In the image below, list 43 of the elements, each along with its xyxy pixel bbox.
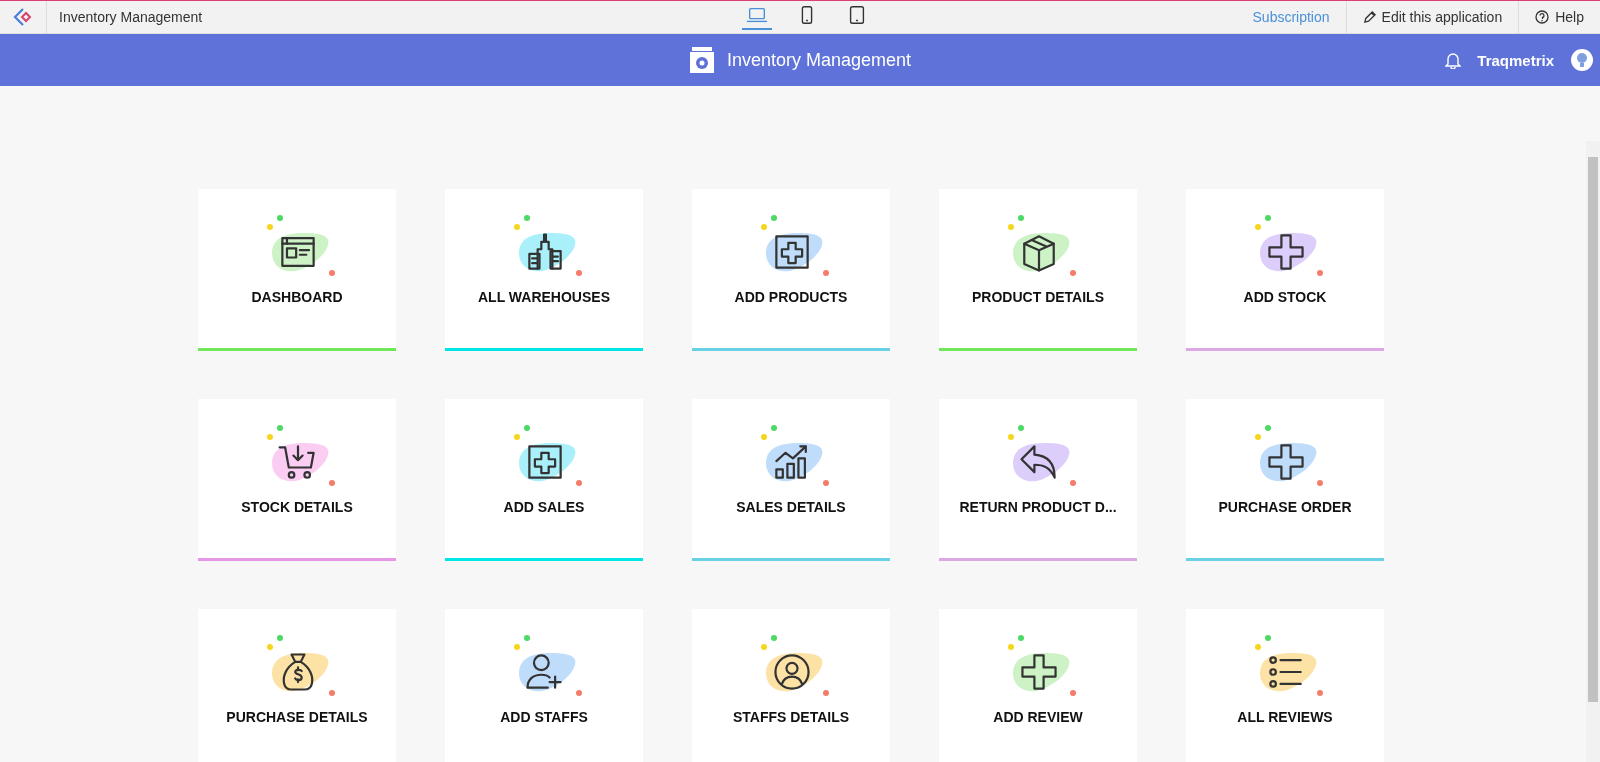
card-label: ADD STOCK: [1243, 289, 1327, 305]
menu-card[interactable]: ADD PRODUCTS: [692, 189, 890, 351]
menu-card[interactable]: PURCHASE DETAILS: [198, 609, 396, 762]
menu-card[interactable]: PRODUCT DETAILS: [939, 189, 1137, 351]
menu-card[interactable]: STAFFS DETAILS: [692, 609, 890, 762]
menu-card[interactable]: PURCHASE ORDER: [1186, 399, 1384, 561]
menu-card[interactable]: STOCK DETAILS: [198, 399, 396, 561]
card-label: ADD REVIEW: [993, 709, 1083, 725]
help-link[interactable]: Help: [1518, 1, 1600, 33]
menu-card[interactable]: ADD SALES: [445, 399, 643, 561]
menu-card[interactable]: SALES DETAILS: [692, 399, 890, 561]
menu-card[interactable]: ADD STAFFS: [445, 609, 643, 762]
pencil-icon: [1362, 10, 1376, 24]
scrollbar[interactable]: [1586, 141, 1600, 762]
header-title: Inventory Management: [726, 49, 912, 71]
app-logo-icon[interactable]: [13, 7, 33, 27]
card-label: ALL REVIEWS: [1237, 709, 1333, 725]
help-icon: [1535, 10, 1550, 24]
edit-application-link[interactable]: Edit this application: [1345, 1, 1519, 33]
user-name[interactable]: Traqmetrix: [1477, 51, 1554, 69]
card-label: RETURN PRODUCT D...: [959, 499, 1117, 515]
card-label: ALL WAREHOUSES: [478, 289, 610, 305]
card-label: STOCK DETAILS: [241, 499, 353, 515]
menu-card[interactable]: RETURN PRODUCT D...: [939, 399, 1137, 561]
menu-card[interactable]: ALL WAREHOUSES: [445, 189, 643, 351]
card-label: ADD STAFFS: [500, 709, 588, 725]
card-label: PURCHASE ORDER: [1218, 499, 1352, 515]
avatar-icon[interactable]: [1570, 48, 1594, 72]
card-label: STAFFS DETAILS: [732, 709, 850, 725]
card-label: ADD PRODUCTS: [734, 289, 848, 305]
card-label: SALES DETAILS: [736, 499, 846, 515]
scale-icon: [688, 46, 715, 74]
menu-card[interactable]: ALL REVIEWS: [1186, 609, 1384, 762]
menu-card[interactable]: ADD STOCK: [1186, 189, 1384, 351]
card-label: DASHBOARD: [251, 289, 343, 305]
scrollbar-thumb[interactable]: [1588, 157, 1598, 702]
card-label: ADD SALES: [503, 499, 585, 515]
notification-bell-icon[interactable]: [1445, 51, 1462, 69]
app-title: Inventory Management: [59, 9, 203, 25]
card-label: PRODUCT DETAILS: [972, 289, 1104, 305]
card-label: PURCHASE DETAILS: [226, 709, 368, 725]
menu-card[interactable]: ADD REVIEW: [939, 609, 1137, 762]
menu-card[interactable]: DASHBOARD: [198, 189, 396, 351]
